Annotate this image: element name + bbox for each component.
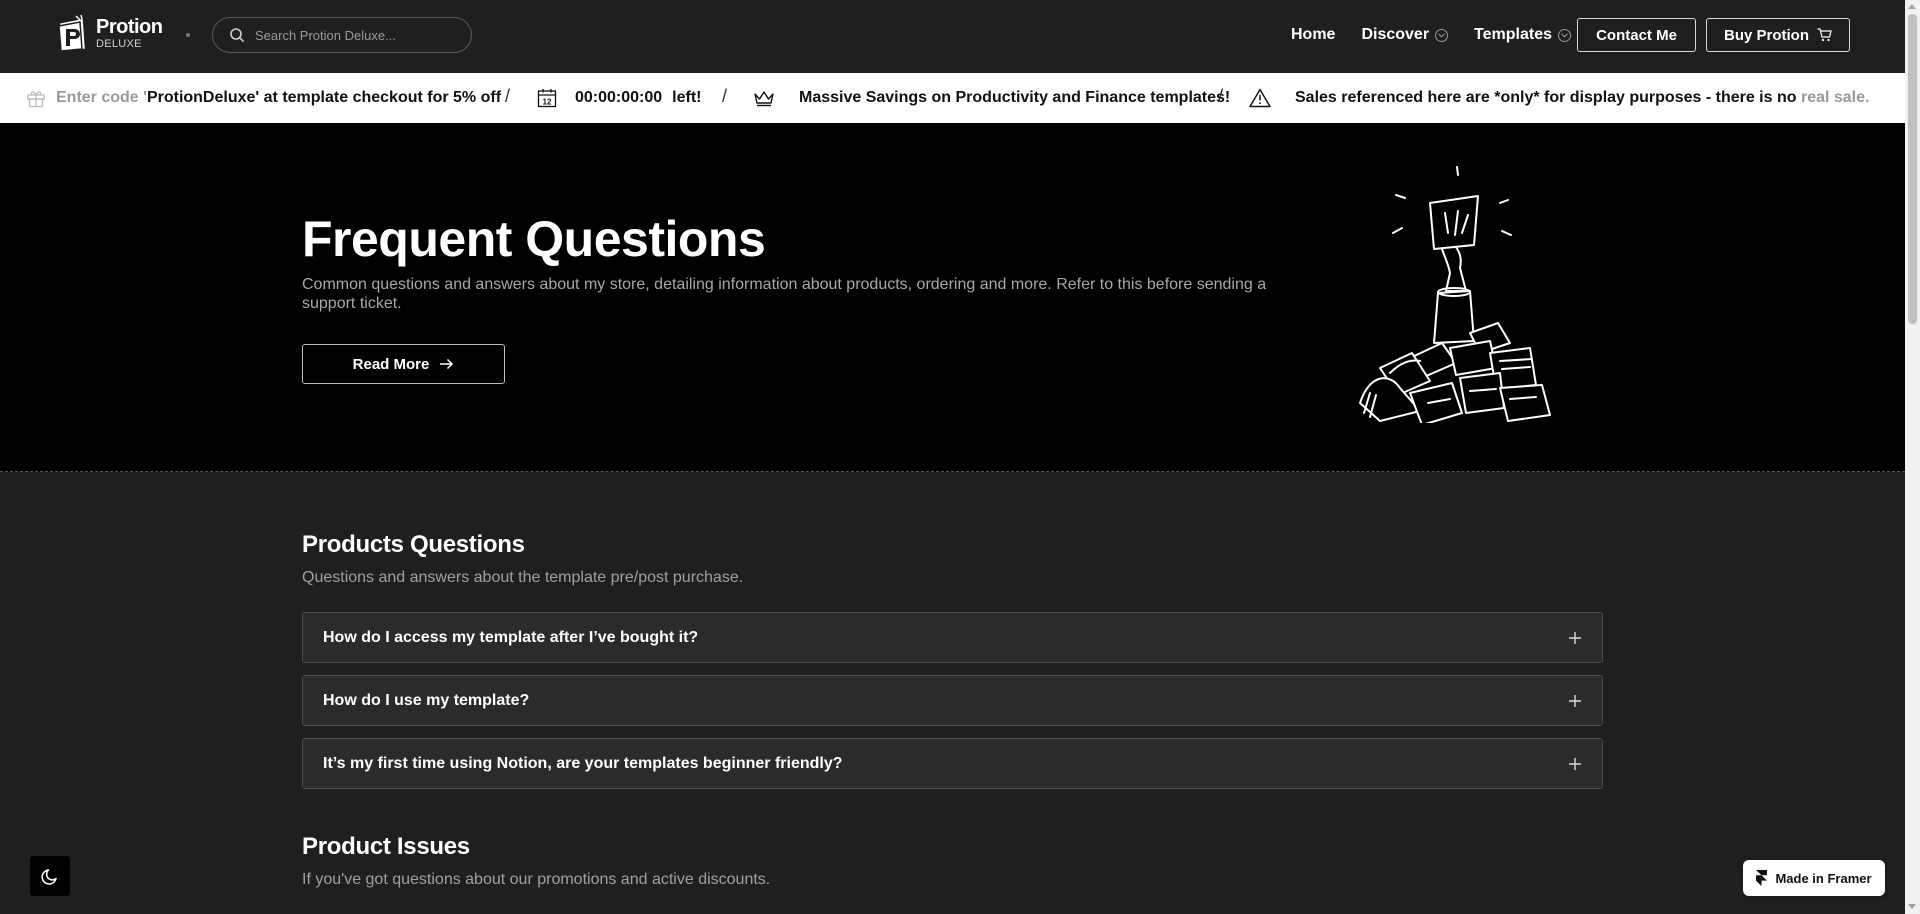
promo-separator: / [722, 86, 728, 106]
section-subtitle: If you've got questions about our promot… [302, 871, 771, 888]
framer-badge-label: Made in Framer [1775, 870, 1872, 886]
brand-logo[interactable]: Protion DELUXE [56, 14, 163, 52]
made-in-framer-badge[interactable]: Made in Framer [1743, 860, 1885, 896]
hero-section: Frequent Questions Common questions and … [0, 123, 1905, 472]
protion-logo-icon [56, 14, 88, 52]
nav-links: Home Discover Templates [1291, 0, 1571, 70]
promo-countdown-item: 12 00:00:00:00 left! [537, 73, 702, 123]
read-more-button[interactable]: Read More [302, 344, 505, 384]
svg-text:12: 12 [543, 97, 552, 106]
page-scrollbar[interactable] [1905, 0, 1920, 914]
promo-code-suffix: ' at template checkout for 5% off [255, 89, 502, 106]
scroll-down-arrow[interactable] [1908, 904, 1916, 909]
read-more-label: Read More [352, 355, 430, 373]
promo-separator: / [1218, 86, 1224, 106]
promo-disclaimer-tail: real sale. [1796, 89, 1870, 106]
faq-item[interactable]: How do I access my template after I’ve b… [302, 612, 1603, 663]
promo-disclaimer-item: Sales referenced here are *only* for dis… [1249, 73, 1869, 123]
search-input[interactable]: Search Protion Deluxe... [212, 17, 472, 53]
plus-icon [1569, 631, 1581, 644]
promo-savings-text: Massive Savings on Productivity and Fina… [799, 89, 1231, 106]
page-title: Frequent Questions [302, 211, 766, 267]
chevron-down-icon [1435, 28, 1449, 42]
faq-item[interactable]: How do I use my template? [302, 675, 1603, 726]
brand-sub: DELUXE [96, 37, 142, 50]
faq-question: How do I use my template? [323, 691, 530, 709]
arrow-right-icon [440, 358, 454, 370]
nav-templates[interactable]: Templates [1474, 26, 1571, 44]
promo-disclaimer: Sales referenced here are *only* for dis… [1295, 89, 1797, 106]
crown-icon [754, 91, 774, 107]
countdown-suffix: left! [672, 89, 702, 106]
papers-hand-illustration [1359, 166, 1551, 423]
countdown-timer: 00:00:00:00 [575, 89, 663, 106]
nav-home[interactable]: Home [1291, 26, 1335, 44]
framer-logo-icon [1756, 870, 1768, 886]
nav-divider-dot [186, 33, 190, 37]
chevron-down-icon [1558, 28, 1571, 42]
gift-icon [27, 91, 45, 108]
warning-icon [1249, 88, 1271, 108]
search-placeholder: Search Protion Deluxe... [255, 27, 396, 43]
plus-icon [1569, 757, 1581, 770]
scrollbar-thumb[interactable] [1908, 14, 1917, 324]
brand-name: Protion [96, 15, 163, 38]
moon-icon [41, 869, 57, 885]
contact-button-label: Contact Me [1596, 26, 1677, 44]
promo-code-prefix: Enter code ' [56, 89, 147, 106]
nav-discover[interactable]: Discover [1361, 26, 1449, 44]
section-title: Products Questions [302, 531, 525, 558]
hero-description: Common questions and answers about my st… [302, 276, 1267, 312]
nav-home-label: Home [1291, 26, 1336, 43]
buy-button[interactable]: Buy Protion [1706, 18, 1850, 52]
promo-savings-item: Massive Savings on Productivity and Fina… [753, 73, 1230, 123]
faq-question: How do I access my template after I’ve b… [323, 628, 699, 646]
promo-bar: Enter code 'ProtionDeluxe' at template c… [0, 73, 1905, 123]
plus-icon [1569, 694, 1581, 707]
theme-toggle-button[interactable] [30, 856, 70, 896]
section-title: Product Issues [302, 833, 470, 860]
search-icon [230, 28, 245, 43]
faq-item[interactable]: It’s my first time using Notion, are you… [302, 738, 1603, 789]
scroll-up-arrow[interactable] [1908, 4, 1916, 9]
buy-button-label: Buy Protion [1724, 26, 1809, 44]
top-nav: Protion DELUXE Search Protion Deluxe... … [0, 0, 1905, 73]
nav-discover-label: Discover [1361, 26, 1430, 43]
faq-question: It’s my first time using Notion, are you… [323, 754, 843, 772]
nav-templates-label: Templates [1474, 26, 1552, 43]
cart-icon [1817, 28, 1832, 42]
promo-separator: / [505, 86, 511, 106]
contact-button[interactable]: Contact Me [1577, 18, 1696, 52]
promo-code-item: Enter code 'ProtionDeluxe' at template c… [26, 73, 501, 123]
section-subtitle: Questions and answers about the template… [302, 569, 744, 586]
promo-code: ProtionDeluxe [146, 89, 256, 106]
calendar-icon: 12 [537, 89, 557, 108]
